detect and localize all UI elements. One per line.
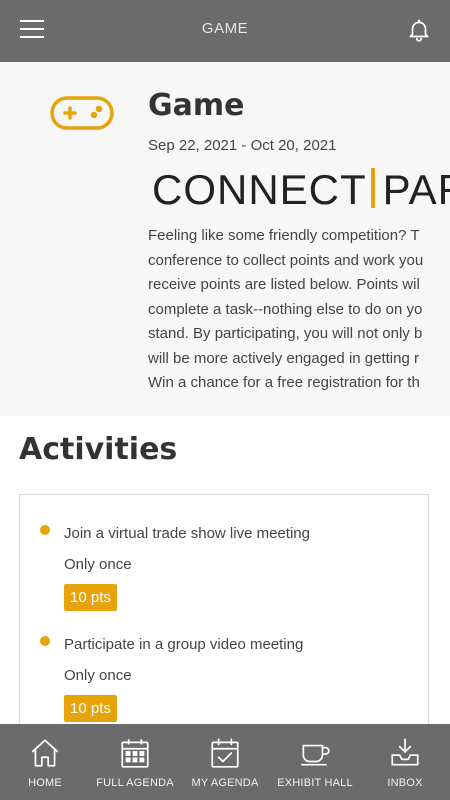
inbox-download-icon bbox=[391, 738, 419, 766]
game-controller-icon bbox=[50, 96, 114, 130]
activity-item[interactable]: Join a virtual trade show live meeting O… bbox=[20, 495, 428, 611]
bullet-dot bbox=[40, 636, 50, 646]
game-header-section: Game Sep 22, 2021 - Oct 20, 2021 CONNECT… bbox=[0, 62, 450, 416]
connect-banner-logo: CONNECT PAR bbox=[152, 168, 450, 211]
activity-frequency: Only once bbox=[64, 667, 132, 684]
description-line: stand. By participating, you will not on… bbox=[148, 325, 423, 342]
banner-text-left: CONNECT bbox=[152, 166, 367, 213]
top-app-bar: GAME bbox=[0, 0, 450, 62]
nav-label: INBOX bbox=[387, 777, 423, 789]
nav-label: HOME bbox=[28, 777, 62, 789]
game-description: Feeling like some friendly competition? … bbox=[148, 224, 450, 396]
activity-frequency: Only once bbox=[64, 556, 132, 573]
description-line: complete a task--nothing else to do on y… bbox=[148, 300, 423, 318]
points-badge: 10 pts bbox=[64, 695, 117, 722]
nav-inbox[interactable]: INBOX bbox=[360, 724, 450, 800]
description-line: receive points are listed below. Points … bbox=[148, 276, 420, 293]
nav-home[interactable]: HOME bbox=[0, 724, 90, 800]
nav-label: FULL AGENDA bbox=[96, 777, 174, 789]
nav-exhibit-hall[interactable]: EXHIBIT HALL bbox=[270, 724, 360, 800]
home-icon bbox=[31, 739, 59, 767]
description-line: will be more actively engaged in getting… bbox=[148, 349, 419, 367]
activity-name: Participate in a group video meeting bbox=[64, 636, 304, 653]
calendar-icon bbox=[121, 739, 149, 768]
calendar-check-icon bbox=[211, 738, 239, 768]
bullet-dot bbox=[40, 525, 50, 535]
description-line: conference to collect points and work yo… bbox=[148, 251, 424, 269]
game-date-range: Sep 22, 2021 - Oct 20, 2021 bbox=[148, 137, 337, 154]
description-line: Feeling like some friendly competition? … bbox=[148, 227, 420, 244]
banner-text-right: PAR bbox=[382, 166, 450, 213]
coffee-cup-icon bbox=[301, 744, 330, 766]
activity-name: Join a virtual trade show live meeting bbox=[64, 525, 310, 542]
game-title: Game bbox=[148, 88, 245, 123]
activities-heading: Activities bbox=[19, 432, 178, 467]
bell-icon[interactable] bbox=[406, 17, 432, 43]
description-line: Win a chance for a free registration for… bbox=[148, 374, 420, 391]
activity-item[interactable]: Participate in a group video meeting Onl… bbox=[20, 606, 428, 722]
nav-label: EXHIBIT HALL bbox=[277, 777, 353, 789]
bottom-navigation: HOME FULL AGENDA MY AGENDA EXHIBIT HALL bbox=[0, 724, 450, 800]
nav-label: MY AGENDA bbox=[191, 777, 259, 789]
nav-full-agenda[interactable]: FULL AGENDA bbox=[90, 724, 180, 800]
nav-my-agenda[interactable]: MY AGENDA bbox=[180, 724, 270, 800]
banner-divider bbox=[370, 168, 375, 208]
page-title: GAME bbox=[201, 20, 249, 37]
